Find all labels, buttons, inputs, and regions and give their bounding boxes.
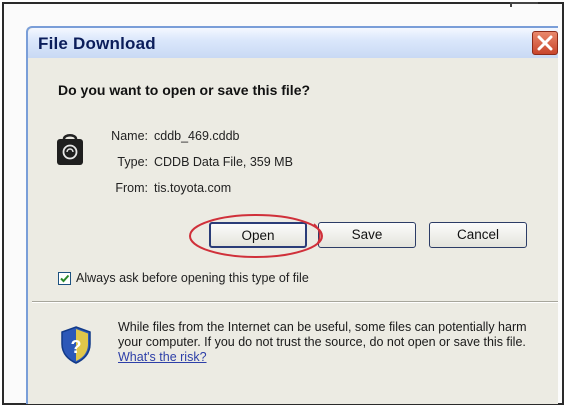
whats-the-risk-link[interactable]: What's the risk? (118, 350, 207, 364)
dialog-title: File Download (38, 34, 156, 53)
type-value: CDDB Data File, 359 MB (154, 155, 293, 169)
close-icon (537, 35, 553, 51)
dialog-question: Do you want to open or save this file? (58, 82, 311, 98)
save-button[interactable]: Save (318, 222, 416, 248)
always-ask-checkbox[interactable] (58, 272, 71, 285)
type-label: Type: (117, 155, 148, 169)
name-label: Name: (111, 129, 148, 143)
from-value: tis.toyota.com (154, 181, 232, 195)
svg-text:?: ? (71, 337, 82, 357)
divider (32, 301, 558, 303)
cancel-button[interactable]: Cancel (429, 222, 527, 248)
always-ask-label[interactable]: Always ask before opening this type of f… (76, 271, 309, 285)
check-icon (60, 274, 70, 283)
file-type-icon (57, 134, 83, 165)
warning-text: While files from the Internet can be use… (118, 320, 527, 349)
close-button[interactable] (532, 31, 558, 55)
from-label: From: (115, 181, 148, 195)
screenshot-frame: File Download Do you want to open or sav… (2, 2, 564, 405)
annotation-circle (189, 214, 323, 258)
file-download-dialog: File Download Do you want to open or sav… (26, 26, 558, 404)
corner-mark (510, 2, 538, 7)
security-warning: While files from the Internet can be use… (118, 320, 528, 365)
shield-icon: ? (61, 326, 91, 364)
name-value: cddb_469.cddb (154, 129, 240, 143)
title-bar[interactable]: File Download (28, 28, 558, 58)
